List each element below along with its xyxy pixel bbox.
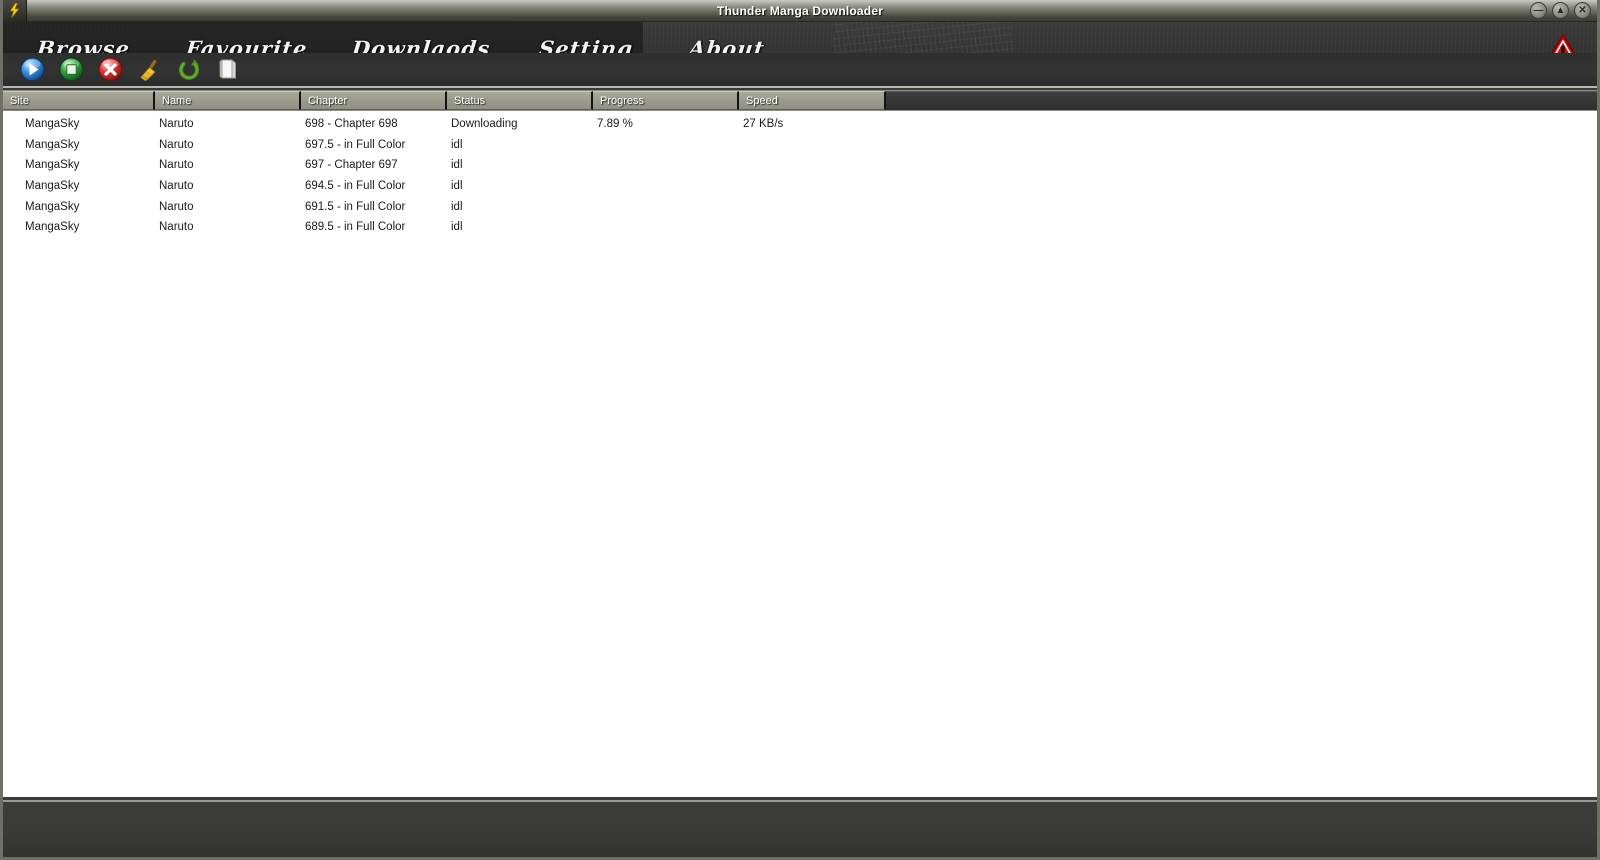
cell-chapter: 697.5 - in Full Color bbox=[305, 138, 406, 151]
lightning-bolt-icon[interactable] bbox=[3, 0, 27, 22]
window-controls: — ▲ ✕ bbox=[1530, 2, 1591, 19]
refresh-button[interactable] bbox=[175, 56, 202, 83]
cell-status: idl bbox=[451, 180, 463, 193]
folder-button[interactable] bbox=[214, 56, 241, 83]
delete-button[interactable] bbox=[97, 56, 124, 83]
cell-site: MangaSky bbox=[25, 159, 80, 172]
table-row[interactable]: MangaSky Naruto 691.5 - in Full Color id… bbox=[3, 196, 1597, 217]
title-bar[interactable]: Thunder Manga Downloader — ▲ ✕ bbox=[3, 0, 1597, 22]
cell-site: MangaSky bbox=[25, 180, 80, 193]
cell-chapter: 691.5 - in Full Color bbox=[305, 200, 406, 213]
close-icon: ✕ bbox=[1578, 4, 1587, 16]
cell-site: MangaSky bbox=[25, 200, 80, 213]
cell-name: Naruto bbox=[159, 138, 194, 151]
column-header-site[interactable]: Site bbox=[3, 91, 155, 110]
cell-speed: 27 KB/s bbox=[743, 118, 784, 131]
cell-status: Downloading bbox=[451, 118, 518, 131]
maximize-icon: ▲ bbox=[1555, 4, 1566, 16]
clear-button[interactable] bbox=[136, 56, 163, 83]
column-header-progress[interactable]: Progress bbox=[593, 91, 739, 110]
cell-name: Naruto bbox=[159, 180, 194, 193]
cell-site: MangaSky bbox=[25, 221, 80, 234]
cell-name: Naruto bbox=[159, 200, 194, 213]
table-row[interactable]: MangaSky Naruto 694.5 - in Full Color id… bbox=[3, 176, 1597, 197]
cell-site: MangaSky bbox=[25, 118, 80, 131]
table-row[interactable]: MangaSky Naruto 697 - Chapter 697 idl bbox=[3, 155, 1597, 176]
cell-chapter: 689.5 - in Full Color bbox=[305, 221, 406, 234]
column-header-speed[interactable]: Speed bbox=[739, 91, 886, 110]
cell-chapter: 697 - Chapter 697 bbox=[305, 159, 398, 172]
cell-status: idl bbox=[451, 200, 463, 213]
column-header-status[interactable]: Status bbox=[447, 91, 593, 110]
cell-site: MangaSky bbox=[25, 138, 80, 151]
cell-name: Naruto bbox=[159, 221, 194, 234]
download-rows: MangaSky Naruto 698 - Chapter 698 Downlo… bbox=[3, 111, 1597, 238]
cell-status: idl bbox=[451, 159, 463, 172]
maximize-button[interactable]: ▲ bbox=[1552, 2, 1569, 19]
status-bar bbox=[3, 800, 1597, 857]
column-header-chapter[interactable]: Chapter bbox=[301, 91, 447, 110]
column-header-name[interactable]: Name bbox=[155, 91, 301, 110]
status-bar-text bbox=[3, 802, 1597, 806]
minimize-button[interactable]: — bbox=[1530, 2, 1547, 19]
stop-button[interactable] bbox=[58, 56, 85, 83]
minimize-icon: — bbox=[1533, 4, 1544, 16]
application-window: Thunder Manga Downloader — ▲ ✕ Browse Fa… bbox=[0, 0, 1600, 860]
cell-name: Naruto bbox=[159, 118, 194, 131]
table-row[interactable]: MangaSky Naruto 689.5 - in Full Color id… bbox=[3, 217, 1597, 238]
close-button[interactable]: ✕ bbox=[1574, 2, 1591, 19]
column-header-row: Site Name Chapter Status Progress Speed bbox=[3, 91, 1597, 111]
table-row[interactable]: MangaSky Naruto 698 - Chapter 698 Downlo… bbox=[3, 114, 1597, 135]
table-row[interactable]: MangaSky Naruto 697.5 - in Full Color id… bbox=[3, 135, 1597, 156]
cell-chapter: 694.5 - in Full Color bbox=[305, 180, 406, 193]
cell-status: idl bbox=[451, 221, 463, 234]
download-list: Site Name Chapter Status Progress Speed … bbox=[3, 90, 1597, 797]
cell-name: Naruto bbox=[159, 159, 194, 172]
toolbar bbox=[3, 53, 1597, 88]
cell-chapter: 698 - Chapter 698 bbox=[305, 118, 398, 131]
cell-progress: 7.89 % bbox=[597, 118, 633, 131]
start-button[interactable] bbox=[19, 56, 46, 83]
column-header-filler bbox=[886, 91, 1597, 110]
window-title: Thunder Manga Downloader bbox=[716, 3, 884, 18]
cell-status: idl bbox=[451, 138, 463, 151]
